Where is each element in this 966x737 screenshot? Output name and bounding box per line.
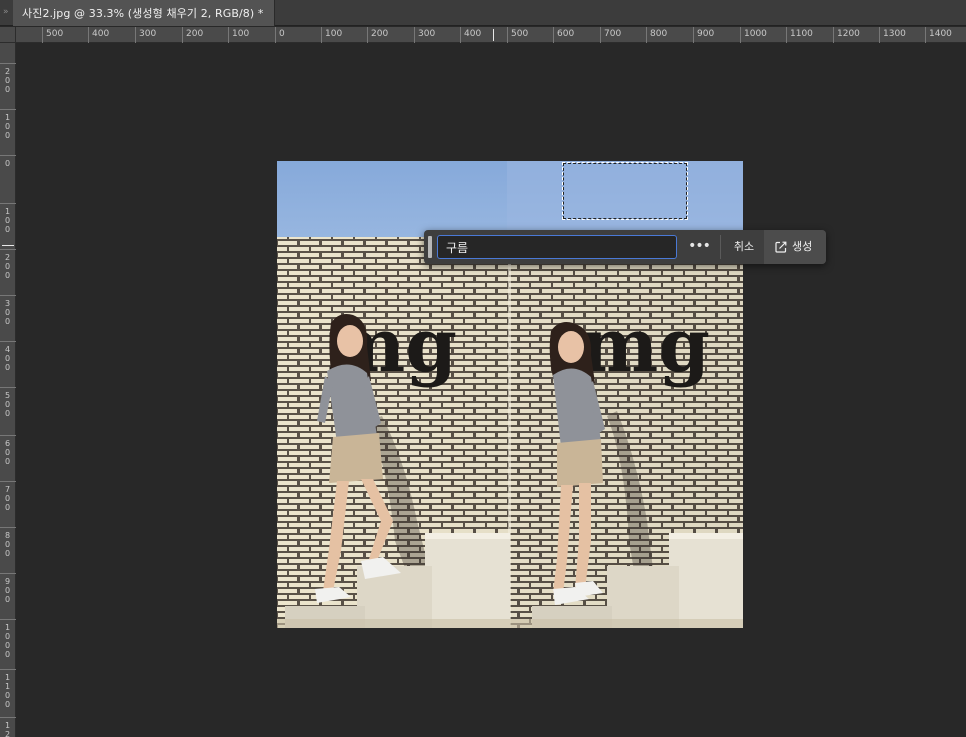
- vertical-ruler[interactable]: 200 100 0 100 200 300 400 500 600 700 800 900 1000 11…: [0, 43, 16, 737]
- ruler-left-tick: [0, 527, 16, 528]
- ruler-top-label: 0: [279, 29, 285, 39]
- ruler-left-tick: [0, 295, 16, 296]
- ruler-left-label: 1100: [5, 673, 11, 709]
- ruler-top-label: 400: [464, 29, 482, 39]
- ruler-top-label: 700: [604, 29, 622, 39]
- ruler-left-tick: [0, 387, 16, 388]
- ruler-left-tick: [0, 63, 16, 64]
- ruler-top-tick: [42, 27, 43, 43]
- contextual-task-bar: ••• 취소 생성: [424, 230, 826, 264]
- ruler-left-tick: [0, 249, 16, 250]
- ruler-left-tick: [0, 109, 16, 110]
- ruler-left-label: 100: [5, 113, 11, 140]
- generate-label: 생성: [792, 240, 813, 253]
- ruler-top-tick: [135, 27, 136, 43]
- ruler-left-label: 1000: [5, 623, 11, 659]
- ruler-top-label: 100: [232, 29, 250, 39]
- ruler-top-tick: [786, 27, 787, 43]
- ruler-top-label: 1300: [883, 29, 906, 39]
- ruler-top-tick: [182, 27, 183, 43]
- taskbar-divider: [720, 235, 721, 259]
- ruler-top-tick: [693, 27, 694, 43]
- ruler-left-tick: [0, 203, 16, 204]
- ruler-left-tick: [0, 573, 16, 574]
- ruler-left-label: 900: [5, 577, 11, 604]
- ruler-top-label: 1200: [837, 29, 860, 39]
- ruler-top-tick: [600, 27, 601, 43]
- ruler-top-label: 900: [697, 29, 715, 39]
- ruler-top-label: 1100: [790, 29, 813, 39]
- ruler-left-label: 100: [5, 207, 11, 234]
- document-tab-title: 사진2.jpg @ 33.3% (생성형 채우기 2, RGB/8) *: [22, 7, 264, 20]
- ruler-top-tick: [879, 27, 880, 43]
- ruler-top-label: 600: [557, 29, 575, 39]
- ruler-left-label: 200: [5, 67, 11, 94]
- more-options-button[interactable]: •••: [683, 235, 715, 259]
- ruler-top-label: 100: [325, 29, 343, 39]
- ruler-top-label: 300: [418, 29, 436, 39]
- ruler-top-label: 200: [371, 29, 389, 39]
- ruler-top-tick: [553, 27, 554, 43]
- ruler-left-label: 600: [5, 439, 11, 466]
- ruler-left-label: 0: [5, 159, 11, 168]
- ruler-top-label: 800: [650, 29, 668, 39]
- taskbar-drag-handle[interactable]: [428, 236, 432, 258]
- ruler-top-tick: [460, 27, 461, 43]
- ruler-left-label: 700: [5, 485, 11, 512]
- ruler-left-label: 500: [5, 391, 11, 418]
- generative-fill-prompt-input[interactable]: [437, 235, 677, 259]
- ruler-left-tick: [0, 717, 16, 718]
- ruler-top-tick: [228, 27, 229, 43]
- ruler-top-tick: [740, 27, 741, 43]
- photoshop-window: » 사진2.jpg @ 33.3% (생성형 채우기 2, RGB/8) * 5…: [0, 0, 966, 737]
- ruler-top-label: 300: [139, 29, 157, 39]
- horizontal-ruler[interactable]: 500 400 300 200 100 0 100 200 300 400 500 600 700 800…: [0, 27, 966, 43]
- ruler-top-label: 400: [92, 29, 110, 39]
- ruler-top-tick: [275, 27, 276, 43]
- generate-icon: [775, 241, 787, 253]
- ruler-top-tick: [925, 27, 926, 43]
- document-tab[interactable]: 사진2.jpg @ 33.3% (생성형 채우기 2, RGB/8) *: [13, 0, 275, 26]
- ruler-top-cursor-marker: [493, 29, 494, 41]
- ruler-left-tick: [0, 619, 16, 620]
- ruler-top-tick: [507, 27, 508, 43]
- ruler-left-tick: [0, 341, 16, 342]
- ruler-top-label: 1400: [929, 29, 952, 39]
- ruler-left-tick: [0, 481, 16, 482]
- ruler-left-label: 300: [5, 299, 11, 326]
- ruler-top-label: 200: [186, 29, 204, 39]
- ruler-left-label: 12: [5, 721, 11, 737]
- ruler-origin-corner[interactable]: [0, 27, 16, 43]
- selection-marquee[interactable]: [562, 162, 688, 220]
- ruler-left-tick: [0, 155, 16, 156]
- wall-lettering-right: mg: [580, 303, 710, 389]
- ruler-top-label: 500: [46, 29, 64, 39]
- ruler-top-tick: [414, 27, 415, 43]
- ruler-top-tick: [88, 27, 89, 43]
- ruler-top-label: 500: [511, 29, 529, 39]
- ruler-top-tick: [833, 27, 834, 43]
- ruler-left-tick: [0, 669, 16, 670]
- ruler-left-cursor-marker: [2, 245, 14, 246]
- generate-button[interactable]: 생성: [764, 230, 826, 264]
- ruler-top-label: 1000: [744, 29, 767, 39]
- document-tab-bar: » 사진2.jpg @ 33.3% (생성형 채우기 2, RGB/8) *: [0, 0, 966, 26]
- ruler-left-tick: [0, 435, 16, 436]
- ruler-left-label: 800: [5, 531, 11, 558]
- ruler-top-tick: [646, 27, 647, 43]
- ruler-top-tick: [321, 27, 322, 43]
- ruler-top-tick: [367, 27, 368, 43]
- tab-overflow-icon[interactable]: »: [3, 6, 13, 18]
- cancel-button[interactable]: 취소: [727, 235, 761, 259]
- ruler-left-label: 200: [5, 253, 11, 280]
- ruler-left-label: 400: [5, 345, 11, 372]
